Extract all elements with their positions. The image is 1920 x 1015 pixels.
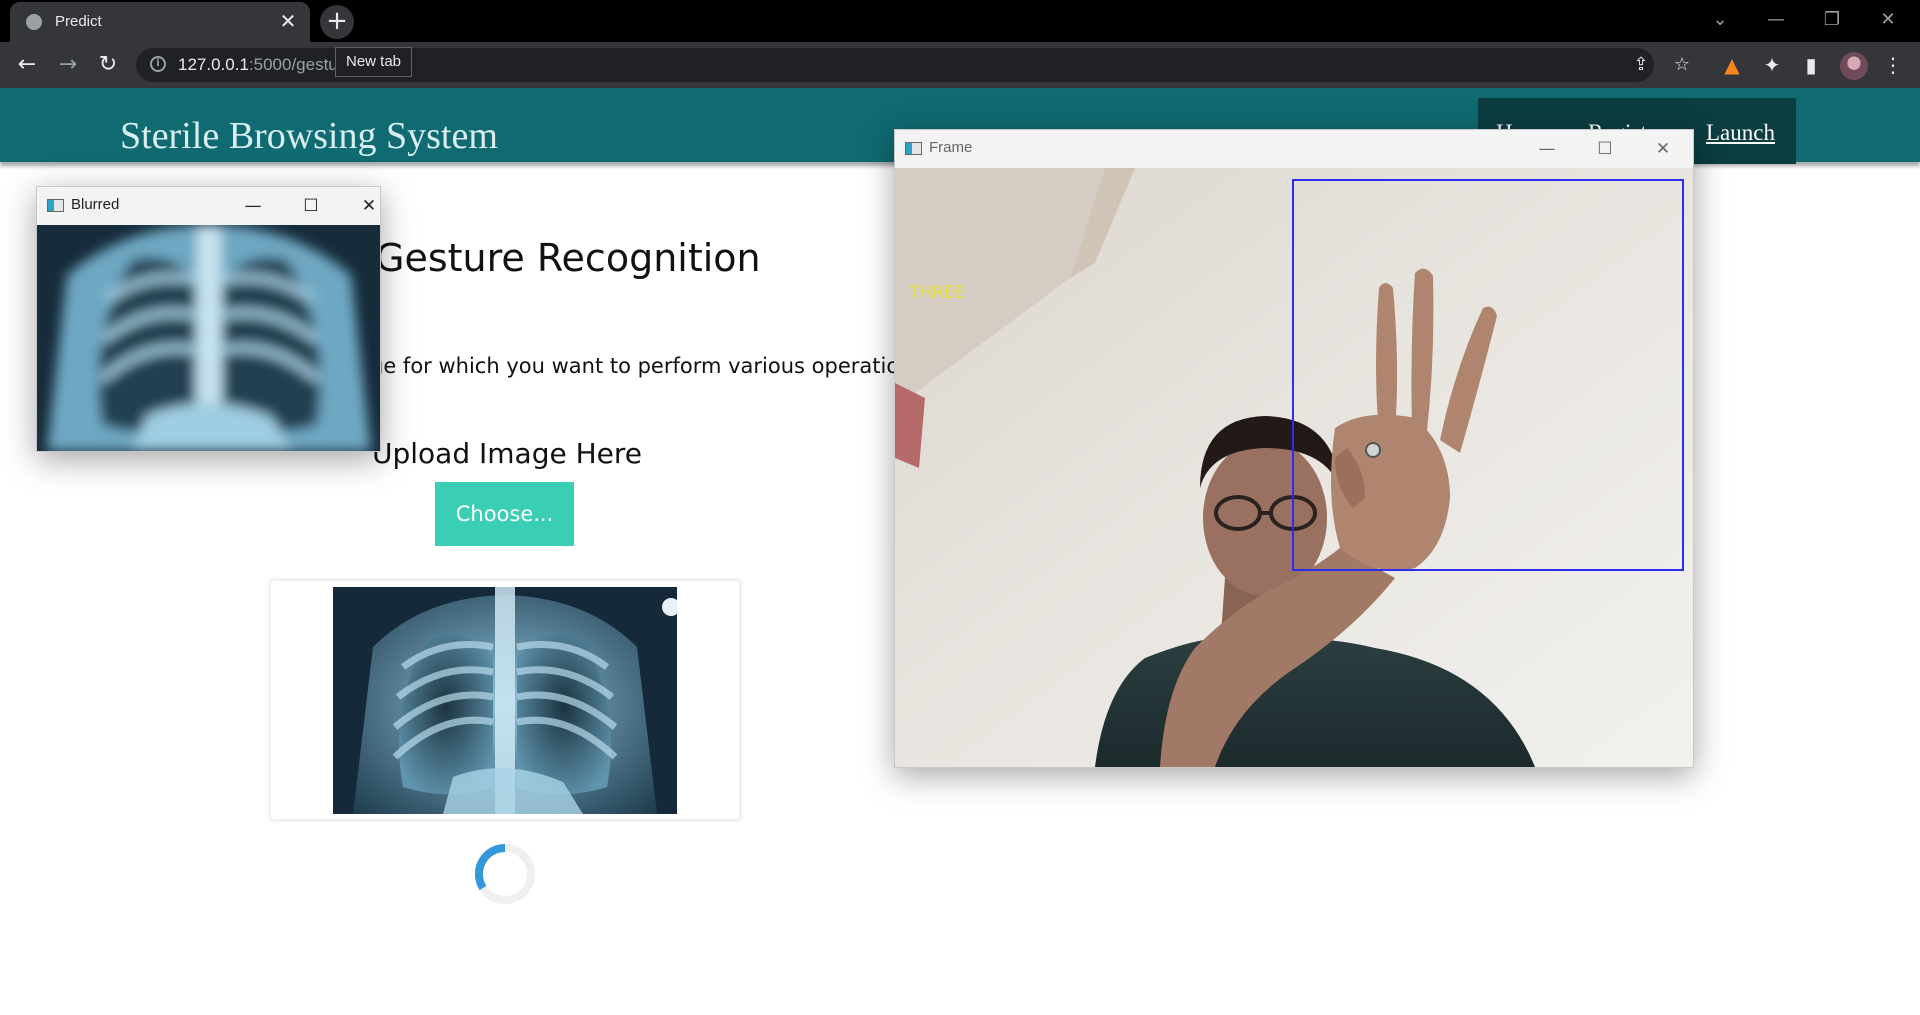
close-icon[interactable]: ✕ [1643,136,1683,162]
puzzle-icon[interactable]: ✦ [1759,52,1785,78]
avatar[interactable] [1840,52,1868,80]
new-tab-button[interactable]: + [320,5,354,39]
app-icon [47,199,64,212]
page-description: ge for which you want to perform various… [370,354,924,378]
url-text[interactable]: 127.0.0.1:5000/gestu [178,55,348,75]
choose-file-button[interactable]: Choose... [435,482,574,546]
blurred-xray-image [37,225,380,451]
fox-icon[interactable]: ▲ [1719,52,1745,78]
frame-window-title: Frame [929,139,973,156]
reload-icon[interactable]: ↻ [93,50,123,80]
webcam-feed-image: THREE [895,168,1693,767]
maximize-icon[interactable]: ☐ [1585,136,1625,162]
browser-toolbar: ← → ↻ i 127.0.0.1:5000/gestu ⇪ ☆ ▲ ✦ ▮ ⋮ [0,42,1920,88]
brand-title[interactable]: Sterile Browsing System [120,114,498,158]
window-restore-icon[interactable]: ❐ [1804,0,1860,42]
star-icon[interactable]: ☆ [1671,54,1693,76]
minimize-icon[interactable]: — [1527,136,1567,162]
spinner-icon [474,843,535,904]
blurred-window: Blurred — ☐ ✕ [36,186,381,452]
info-icon[interactable]: i [150,56,166,72]
share-icon[interactable]: ⇪ [1630,54,1652,76]
tab-title: Predict [55,13,102,30]
minimize-icon[interactable]: — [233,193,273,219]
url-path: :5000/gestu [248,55,338,74]
menu-icon[interactable]: ⋮ [1880,52,1906,78]
frame-titlebar[interactable]: Frame — ☐ ✕ [895,130,1693,168]
new-tab-tooltip: New tab [335,47,413,77]
window-close-icon[interactable]: ✕ [1860,0,1916,42]
window-minimize-icon[interactable]: — [1748,0,1804,42]
forward-icon[interactable]: → [53,50,83,80]
app-icon [905,142,922,155]
upload-heading: Upload Image Here [372,437,643,470]
tab-predict[interactable]: Predict ✕ [10,2,310,42]
tab-close-icon[interactable]: ✕ [276,9,300,33]
gesture-label: THREE [908,283,965,303]
close-icon[interactable]: ✕ [349,193,389,219]
blurred-window-title: Blurred [71,196,120,213]
nav-launch[interactable]: Launch [1706,120,1775,146]
url-host: 127.0.0.1 [178,55,249,74]
globe-icon [26,14,42,30]
tab-strip: Predict ✕ + ⌄ — ❐ ✕ [0,0,1920,42]
xray-preview-image [333,587,677,814]
tab-search-icon[interactable]: ⌄ [1692,0,1748,42]
page-title: Gesture Recognition [375,236,761,280]
sidepanel-icon[interactable]: ▮ [1798,52,1824,78]
maximize-icon[interactable]: ☐ [291,193,331,219]
blurred-titlebar[interactable]: Blurred — ☐ ✕ [37,187,380,225]
frame-window: Frame — ☐ ✕ THREE [894,129,1694,768]
back-icon[interactable]: ← [12,50,42,80]
image-preview-card [270,580,740,820]
